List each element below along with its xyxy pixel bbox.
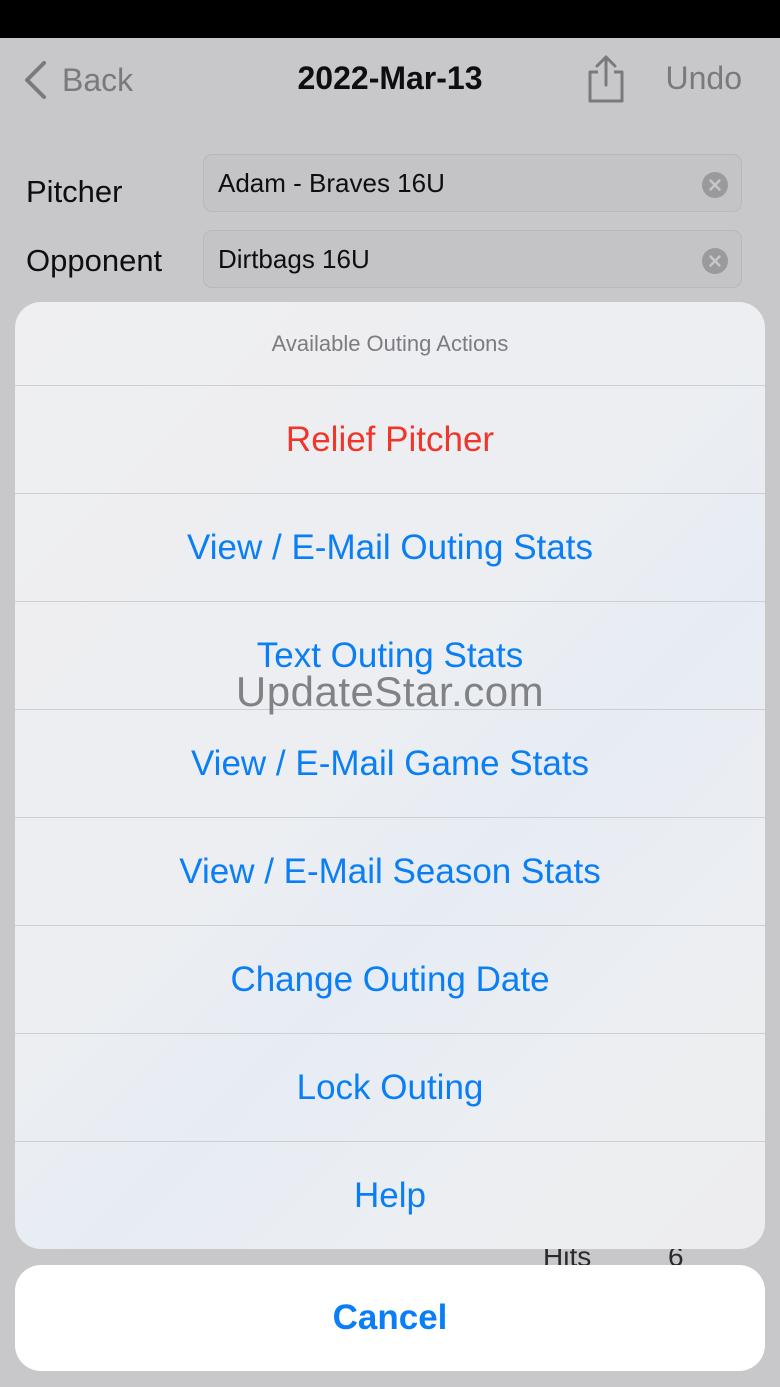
relief-pitcher-action[interactable]: Relief Pitcher	[15, 386, 765, 494]
pitcher-value: Adam - Braves 16U	[218, 168, 445, 198]
view-email-outing-stats-action[interactable]: View / E-Mail Outing Stats	[15, 494, 765, 602]
pitcher-label: Pitcher	[26, 174, 123, 209]
clear-icon[interactable]	[702, 248, 728, 274]
navigation-bar: Back 2022-Mar-13 Undo	[0, 38, 780, 122]
opponent-field[interactable]: Dirtbags 16U	[203, 230, 742, 288]
clear-icon[interactable]	[702, 172, 728, 198]
undo-button[interactable]: Undo	[666, 60, 743, 97]
action-sheet-title: Available Outing Actions	[15, 302, 765, 386]
opponent-label: Opponent	[26, 243, 163, 278]
chevron-left-icon	[25, 61, 46, 99]
status-bar	[0, 0, 780, 38]
help-action[interactable]: Help	[15, 1142, 765, 1249]
view-email-game-stats-action[interactable]: View / E-Mail Game Stats	[15, 710, 765, 818]
lock-outing-action[interactable]: Lock Outing	[15, 1034, 765, 1142]
cancel-button[interactable]: Cancel	[15, 1265, 765, 1371]
share-icon[interactable]	[584, 54, 628, 104]
action-sheet: Available Outing Actions Relief Pitcher …	[15, 302, 765, 1249]
pitcher-field[interactable]: Adam - Braves 16U	[203, 154, 742, 212]
back-label: Back	[62, 61, 134, 98]
opponent-value: Dirtbags 16U	[218, 244, 370, 274]
back-button[interactable]: Back	[22, 58, 133, 102]
text-outing-stats-action[interactable]: Text Outing Stats	[15, 602, 765, 710]
opponent-row: Opponent Dirtbags 16U	[0, 230, 780, 290]
change-outing-date-action[interactable]: Change Outing Date	[15, 926, 765, 1034]
view-email-season-stats-action[interactable]: View / E-Mail Season Stats	[15, 818, 765, 926]
pitcher-row: Pitcher Adam - Braves 16U	[0, 154, 780, 214]
